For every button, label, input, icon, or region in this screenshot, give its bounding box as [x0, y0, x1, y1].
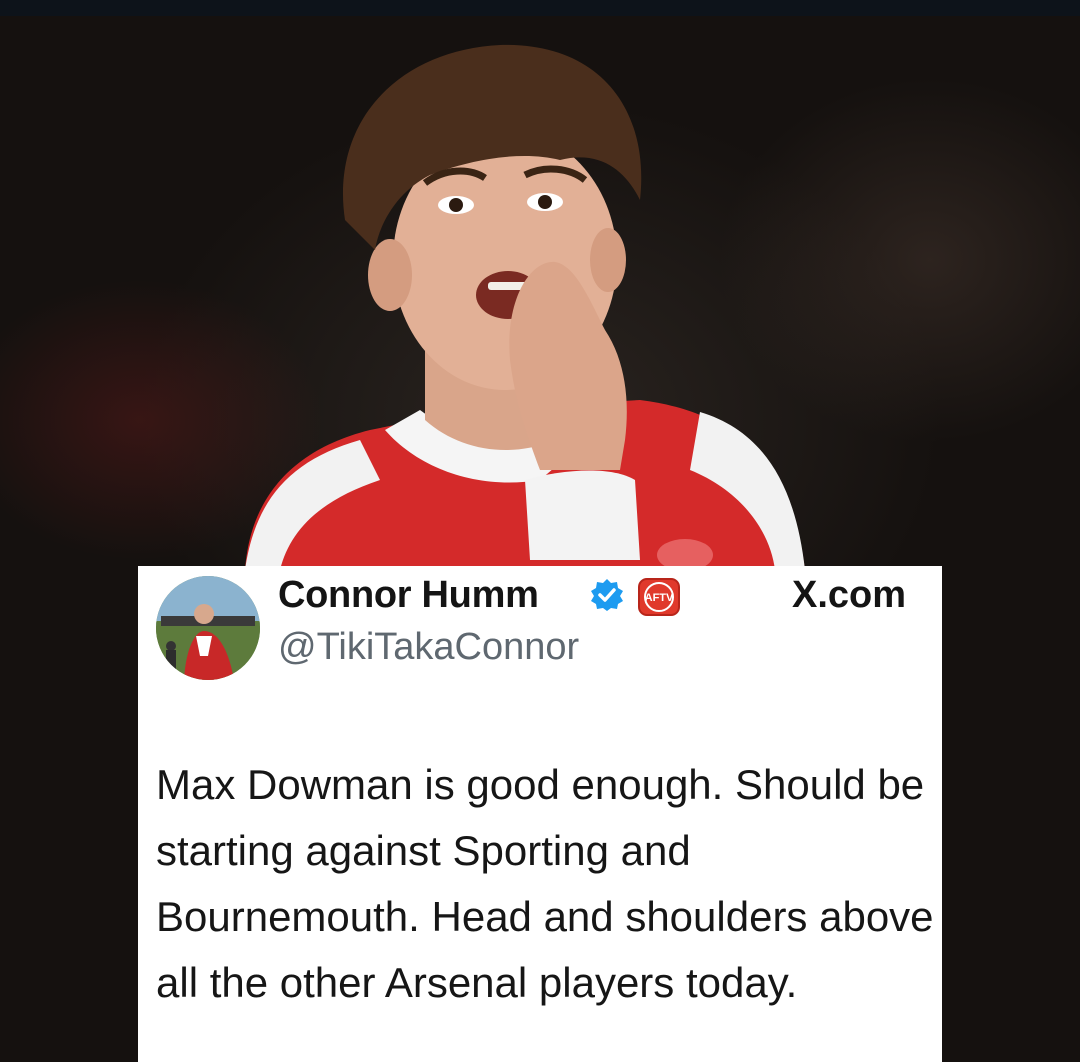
ear-right [590, 228, 626, 292]
aftv-logo-icon: AFTV [638, 578, 680, 616]
aftv-logo-text: AFTV [645, 592, 674, 604]
ear-left [368, 239, 412, 311]
tweet-text: Max Dowman is good enough. Should be sta… [156, 761, 946, 1006]
handle[interactable]: @TikiTakaConnor [278, 626, 579, 669]
player-illustration [245, 44, 805, 570]
cuff [525, 470, 640, 560]
tweet-card: Connor Humm AFTV X.com @TikiTakaConnor M… [138, 566, 942, 1062]
verified-badge-icon [591, 579, 623, 611]
avatar[interactable] [156, 576, 260, 680]
display-name[interactable]: Connor Humm [278, 574, 539, 617]
site-label: X.com [792, 574, 907, 616]
